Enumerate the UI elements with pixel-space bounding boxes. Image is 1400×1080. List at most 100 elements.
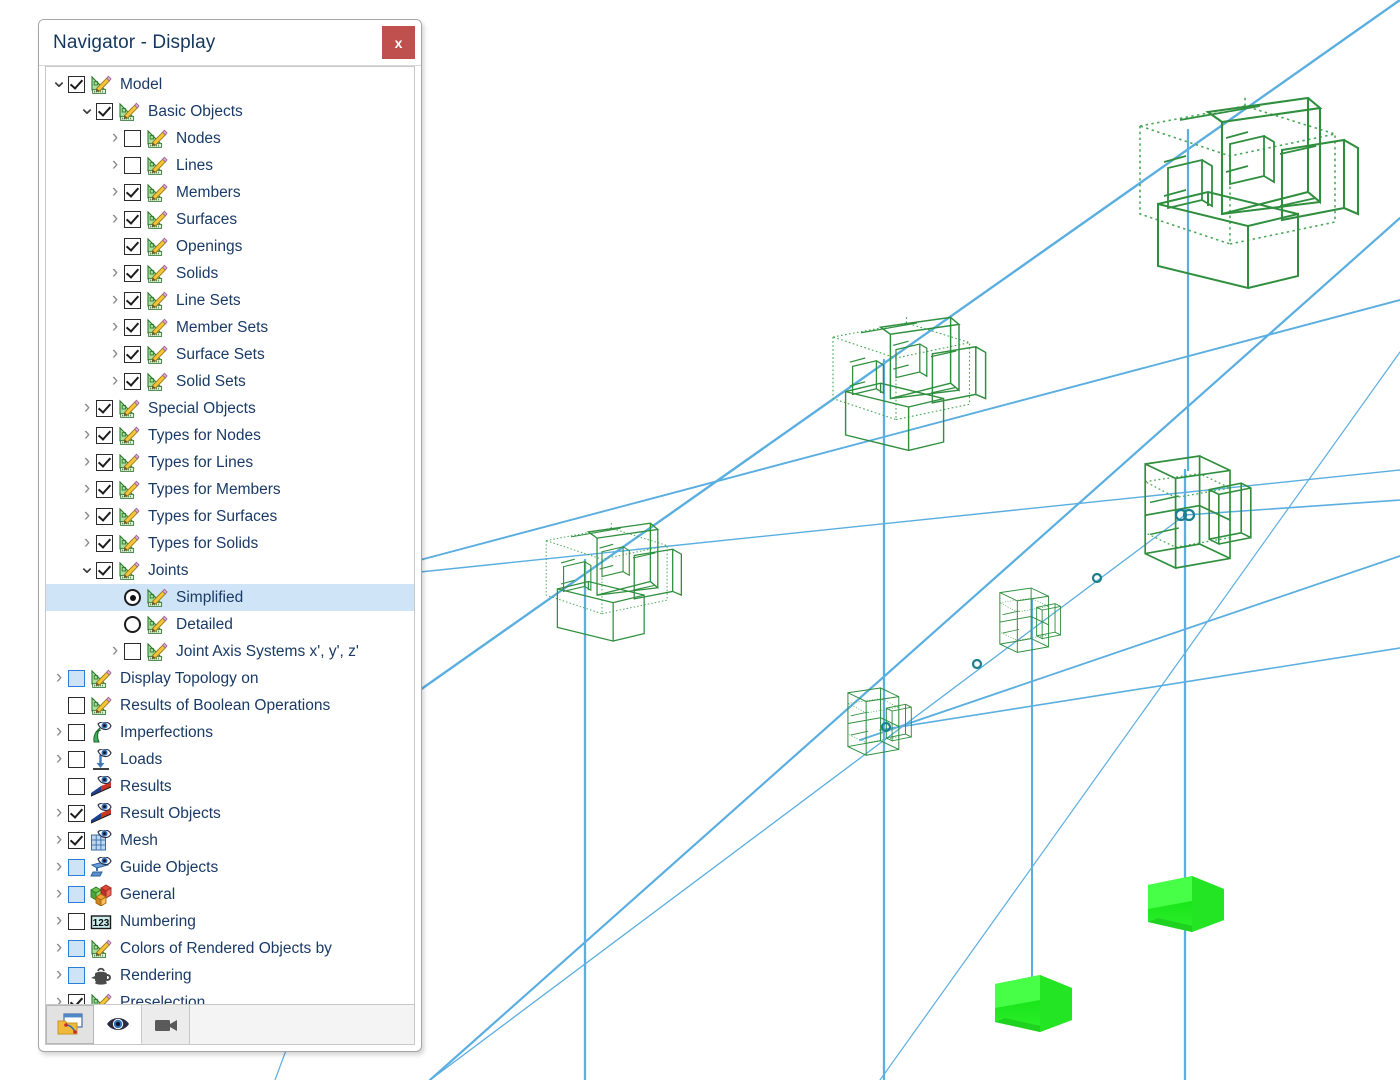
- checkbox-member-sets[interactable]: [124, 319, 141, 336]
- chevron-right-icon[interactable]: ›: [78, 506, 96, 525]
- tree-row[interactable]: › Solids: [46, 260, 414, 287]
- tree-row[interactable]: › Mesh: [46, 827, 414, 854]
- checkbox-loads[interactable]: [68, 751, 85, 768]
- checkbox-members[interactable]: [124, 184, 141, 201]
- chevron-down-icon[interactable]: ⌄: [78, 98, 96, 118]
- chevron-right-icon[interactable]: ›: [50, 911, 68, 930]
- chevron-down-icon[interactable]: ⌄: [50, 71, 68, 91]
- checkbox-solids[interactable]: [124, 265, 141, 282]
- tree-row[interactable]: › Loads: [46, 746, 414, 773]
- tree-row[interactable]: › Surfaces: [46, 206, 414, 233]
- radio-detailed[interactable]: [124, 616, 141, 633]
- tree-row[interactable]: › Types for Surfaces: [46, 503, 414, 530]
- checkbox-result-objects[interactable]: [68, 805, 85, 822]
- tree-row[interactable]: › Surface Sets: [46, 341, 414, 368]
- chevron-right-icon[interactable]: ›: [50, 938, 68, 957]
- checkbox-joint-axis-systems-x-y-z[interactable]: [124, 643, 141, 660]
- chevron-right-icon[interactable]: ›: [50, 857, 68, 876]
- tree-row[interactable]: › Colors of Rendered Objects by: [46, 935, 414, 962]
- checkbox-rendering[interactable]: [68, 967, 85, 984]
- tree-row[interactable]: › Member Sets: [46, 314, 414, 341]
- chevron-down-icon[interactable]: ⌄: [78, 557, 96, 577]
- checkbox-lines[interactable]: [124, 157, 141, 174]
- tree-row[interactable]: › Lines: [46, 152, 414, 179]
- checkbox-openings[interactable]: [124, 238, 141, 255]
- tree-row[interactable]: › Display Topology on: [46, 665, 414, 692]
- chevron-right-icon[interactable]: ›: [106, 290, 124, 309]
- tree-row[interactable]: › Guide Objects: [46, 854, 414, 881]
- chevron-right-icon[interactable]: ›: [50, 884, 68, 903]
- radio-simplified[interactable]: [124, 589, 141, 606]
- checkbox-special-objects[interactable]: [96, 400, 113, 417]
- tree-row[interactable]: › Types for Solids: [46, 530, 414, 557]
- tree-row[interactable]: › Types for Nodes: [46, 422, 414, 449]
- checkbox-surfaces[interactable]: [124, 211, 141, 228]
- chevron-right-icon[interactable]: ›: [78, 425, 96, 444]
- tree-row[interactable]: Simplified: [46, 584, 414, 611]
- checkbox-basic-objects[interactable]: [96, 103, 113, 120]
- checkbox-types-for-members[interactable]: [96, 481, 113, 498]
- tree-row[interactable]: › Nodes: [46, 125, 414, 152]
- tree-row[interactable]: › Types for Members: [46, 476, 414, 503]
- checkbox-preselection[interactable]: [68, 994, 85, 1004]
- chevron-right-icon[interactable]: ›: [50, 803, 68, 822]
- checkbox-results-of-boolean-operations[interactable]: [68, 697, 85, 714]
- checkbox-types-for-lines[interactable]: [96, 454, 113, 471]
- checkbox-imperfections[interactable]: [68, 724, 85, 741]
- chevron-right-icon[interactable]: ›: [106, 128, 124, 147]
- checkbox-joints[interactable]: [96, 562, 113, 579]
- chevron-right-icon[interactable]: ›: [78, 452, 96, 471]
- tree-row[interactable]: › Result Objects: [46, 800, 414, 827]
- tree-scroll-area[interactable]: ⌄ Model ⌄ Basic Objects › Nodes › Lines …: [45, 66, 415, 1004]
- tree-row[interactable]: ⌄ Joints: [46, 557, 414, 584]
- checkbox-nodes[interactable]: [124, 130, 141, 147]
- chevron-right-icon[interactable]: ›: [50, 965, 68, 984]
- chevron-right-icon[interactable]: ›: [106, 182, 124, 201]
- tree-row[interactable]: Openings: [46, 233, 414, 260]
- project-navigator-tab[interactable]: [46, 1005, 94, 1044]
- tree-row[interactable]: ⌄ Basic Objects: [46, 98, 414, 125]
- chevron-right-icon[interactable]: ›: [106, 371, 124, 390]
- tree-row[interactable]: Detailed: [46, 611, 414, 638]
- checkbox-guide-objects[interactable]: [68, 859, 85, 876]
- checkbox-numbering[interactable]: [68, 913, 85, 930]
- chevron-right-icon[interactable]: ›: [106, 317, 124, 336]
- checkbox-model[interactable]: [68, 76, 85, 93]
- tree-row[interactable]: › Imperfections: [46, 719, 414, 746]
- tree-row[interactable]: › Line Sets: [46, 287, 414, 314]
- checkbox-mesh[interactable]: [68, 832, 85, 849]
- chevron-right-icon[interactable]: ›: [106, 344, 124, 363]
- close-icon[interactable]: x: [382, 26, 415, 59]
- chevron-right-icon[interactable]: ›: [50, 992, 68, 1004]
- tree-row[interactable]: › Solid Sets: [46, 368, 414, 395]
- views-navigator-tab[interactable]: [142, 1005, 190, 1044]
- tree-row[interactable]: › Types for Lines: [46, 449, 414, 476]
- tree-row[interactable]: › 123 Numbering: [46, 908, 414, 935]
- chevron-right-icon[interactable]: ›: [106, 155, 124, 174]
- display-navigator-tab[interactable]: [94, 1005, 142, 1044]
- checkbox-results[interactable]: [68, 778, 85, 795]
- tree-row[interactable]: › Preselection: [46, 989, 414, 1004]
- tree-row[interactable]: › Special Objects: [46, 395, 414, 422]
- tree-row[interactable]: › Rendering: [46, 962, 414, 989]
- checkbox-display-topology-on[interactable]: [68, 670, 85, 687]
- chevron-right-icon[interactable]: ›: [106, 263, 124, 282]
- chevron-right-icon[interactable]: ›: [50, 749, 68, 768]
- chevron-right-icon[interactable]: ›: [106, 641, 124, 660]
- checkbox-colors-of-rendered-objects-by[interactable]: [68, 940, 85, 957]
- checkbox-solid-sets[interactable]: [124, 373, 141, 390]
- chevron-right-icon[interactable]: ›: [50, 722, 68, 741]
- checkbox-types-for-nodes[interactable]: [96, 427, 113, 444]
- checkbox-types-for-surfaces[interactable]: [96, 508, 113, 525]
- chevron-right-icon[interactable]: ›: [78, 479, 96, 498]
- checkbox-surface-sets[interactable]: [124, 346, 141, 363]
- checkbox-general[interactable]: [68, 886, 85, 903]
- tree-row[interactable]: › General: [46, 881, 414, 908]
- checkbox-types-for-solids[interactable]: [96, 535, 113, 552]
- tree-row[interactable]: Results of Boolean Operations: [46, 692, 414, 719]
- checkbox-line-sets[interactable]: [124, 292, 141, 309]
- tree-row[interactable]: › Joint Axis Systems x', y', z': [46, 638, 414, 665]
- tree-row[interactable]: › Members: [46, 179, 414, 206]
- chevron-right-icon[interactable]: ›: [106, 209, 124, 228]
- chevron-right-icon[interactable]: ›: [50, 668, 68, 687]
